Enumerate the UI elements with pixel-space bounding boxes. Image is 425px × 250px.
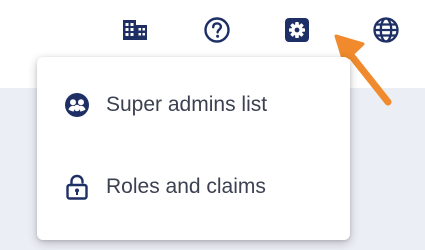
menu-item-super-admins-list[interactable]: Super admins list — [37, 77, 350, 133]
menu-item-roles-and-claims[interactable]: Roles and claims — [37, 159, 350, 215]
globe-icon[interactable] — [370, 14, 402, 46]
lock-icon — [64, 174, 90, 200]
settings-icon[interactable] — [281, 14, 313, 46]
top-toolbar — [0, 0, 425, 60]
building-icon[interactable] — [119, 14, 151, 46]
user-group-icon — [64, 92, 90, 118]
settings-dropdown-menu: Super admins list Roles and claims — [37, 57, 350, 240]
menu-item-label: Super admins list — [106, 93, 268, 116]
menu-item-label: Roles and claims — [106, 175, 266, 198]
help-icon[interactable] — [201, 14, 233, 46]
